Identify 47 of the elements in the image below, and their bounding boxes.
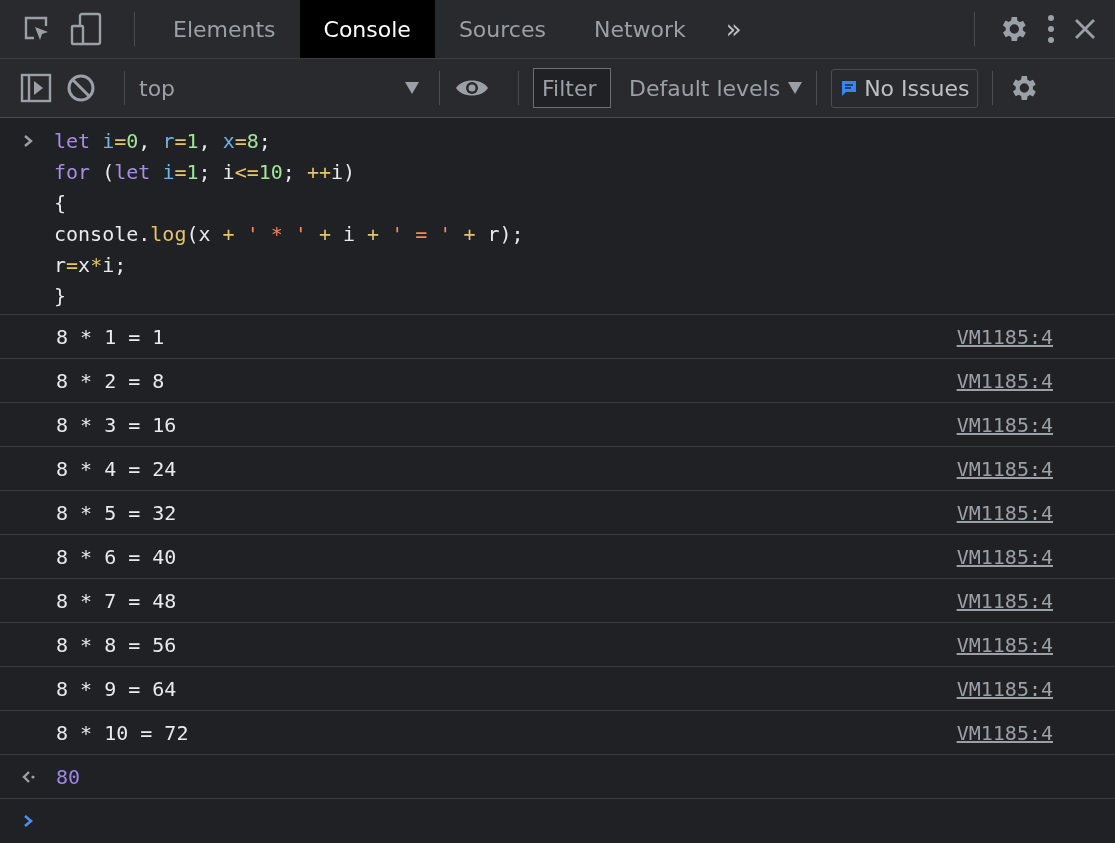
clear-console-icon[interactable]: [66, 73, 96, 103]
log-message: 8 * 7 = 48: [56, 588, 178, 613]
log-message: 8 * 10 = 72: [56, 720, 190, 745]
more-tabs-icon[interactable]: »: [725, 14, 742, 44]
code-line: for (let i=1; i<=10; ++i): [54, 159, 357, 186]
context-dropdown[interactable]: top: [139, 75, 425, 101]
sidebar-toggle-icon[interactable]: [20, 73, 52, 103]
source-link[interactable]: VM1185:4: [956, 544, 1053, 569]
source-link[interactable]: VM1185:4: [956, 588, 1053, 613]
more-options-icon[interactable]: [1047, 14, 1055, 44]
close-icon[interactable]: [1073, 17, 1097, 41]
dropdown-caret-icon: [405, 82, 419, 94]
source-link[interactable]: VM1185:4: [956, 324, 1053, 349]
input-chevron-icon: [22, 134, 34, 148]
filter-field[interactable]: Filter: [533, 68, 611, 108]
source-link[interactable]: VM1185:4: [956, 632, 1053, 657]
source-link[interactable]: VM1185:4: [956, 720, 1053, 745]
log-message: 8 * 1 = 1: [56, 324, 166, 349]
panel-tab[interactable]: Console: [299, 0, 435, 58]
source-link[interactable]: VM1185:4: [956, 676, 1053, 701]
log-message: 8 * 3 = 16: [56, 412, 178, 437]
code-line: let i=0, r=1, x=8;: [54, 128, 272, 155]
code-line: {: [54, 190, 68, 217]
log-message: 8 * 2 = 8: [56, 368, 166, 393]
result-arrow-icon: [22, 769, 36, 784]
code-line: r=x*i;: [54, 252, 128, 279]
prompt-chevron-icon[interactable]: [22, 813, 34, 828]
panel-tab[interactable]: Sources: [434, 0, 570, 58]
panel-tab[interactable]: Elements: [149, 0, 300, 58]
source-link[interactable]: VM1185:4: [956, 368, 1053, 393]
message-icon: [840, 79, 859, 97]
result-value: 80: [56, 764, 81, 789]
issues-button[interactable]: No Issues: [831, 68, 979, 108]
source-link[interactable]: VM1185:4: [956, 412, 1053, 437]
dropdown-caret-icon: [788, 82, 803, 94]
device-toggle-icon[interactable]: [70, 12, 102, 46]
levels-dropdown[interactable]: Default levels: [629, 75, 803, 101]
log-message: 8 * 6 = 40: [56, 544, 178, 569]
source-link[interactable]: VM1185:4: [956, 456, 1053, 481]
log-message: 8 * 8 = 56: [56, 632, 178, 657]
panel-tab[interactable]: Network: [569, 0, 710, 58]
code-line: console.log(x + ' * ' + i + ' = ' + r);: [54, 221, 524, 248]
log-message: 8 * 9 = 64: [56, 676, 178, 701]
log-message: 8 * 4 = 24: [56, 456, 178, 481]
log-message: 8 * 5 = 32: [56, 500, 178, 525]
code-line: }: [54, 283, 68, 310]
source-link[interactable]: VM1185:4: [956, 500, 1053, 525]
